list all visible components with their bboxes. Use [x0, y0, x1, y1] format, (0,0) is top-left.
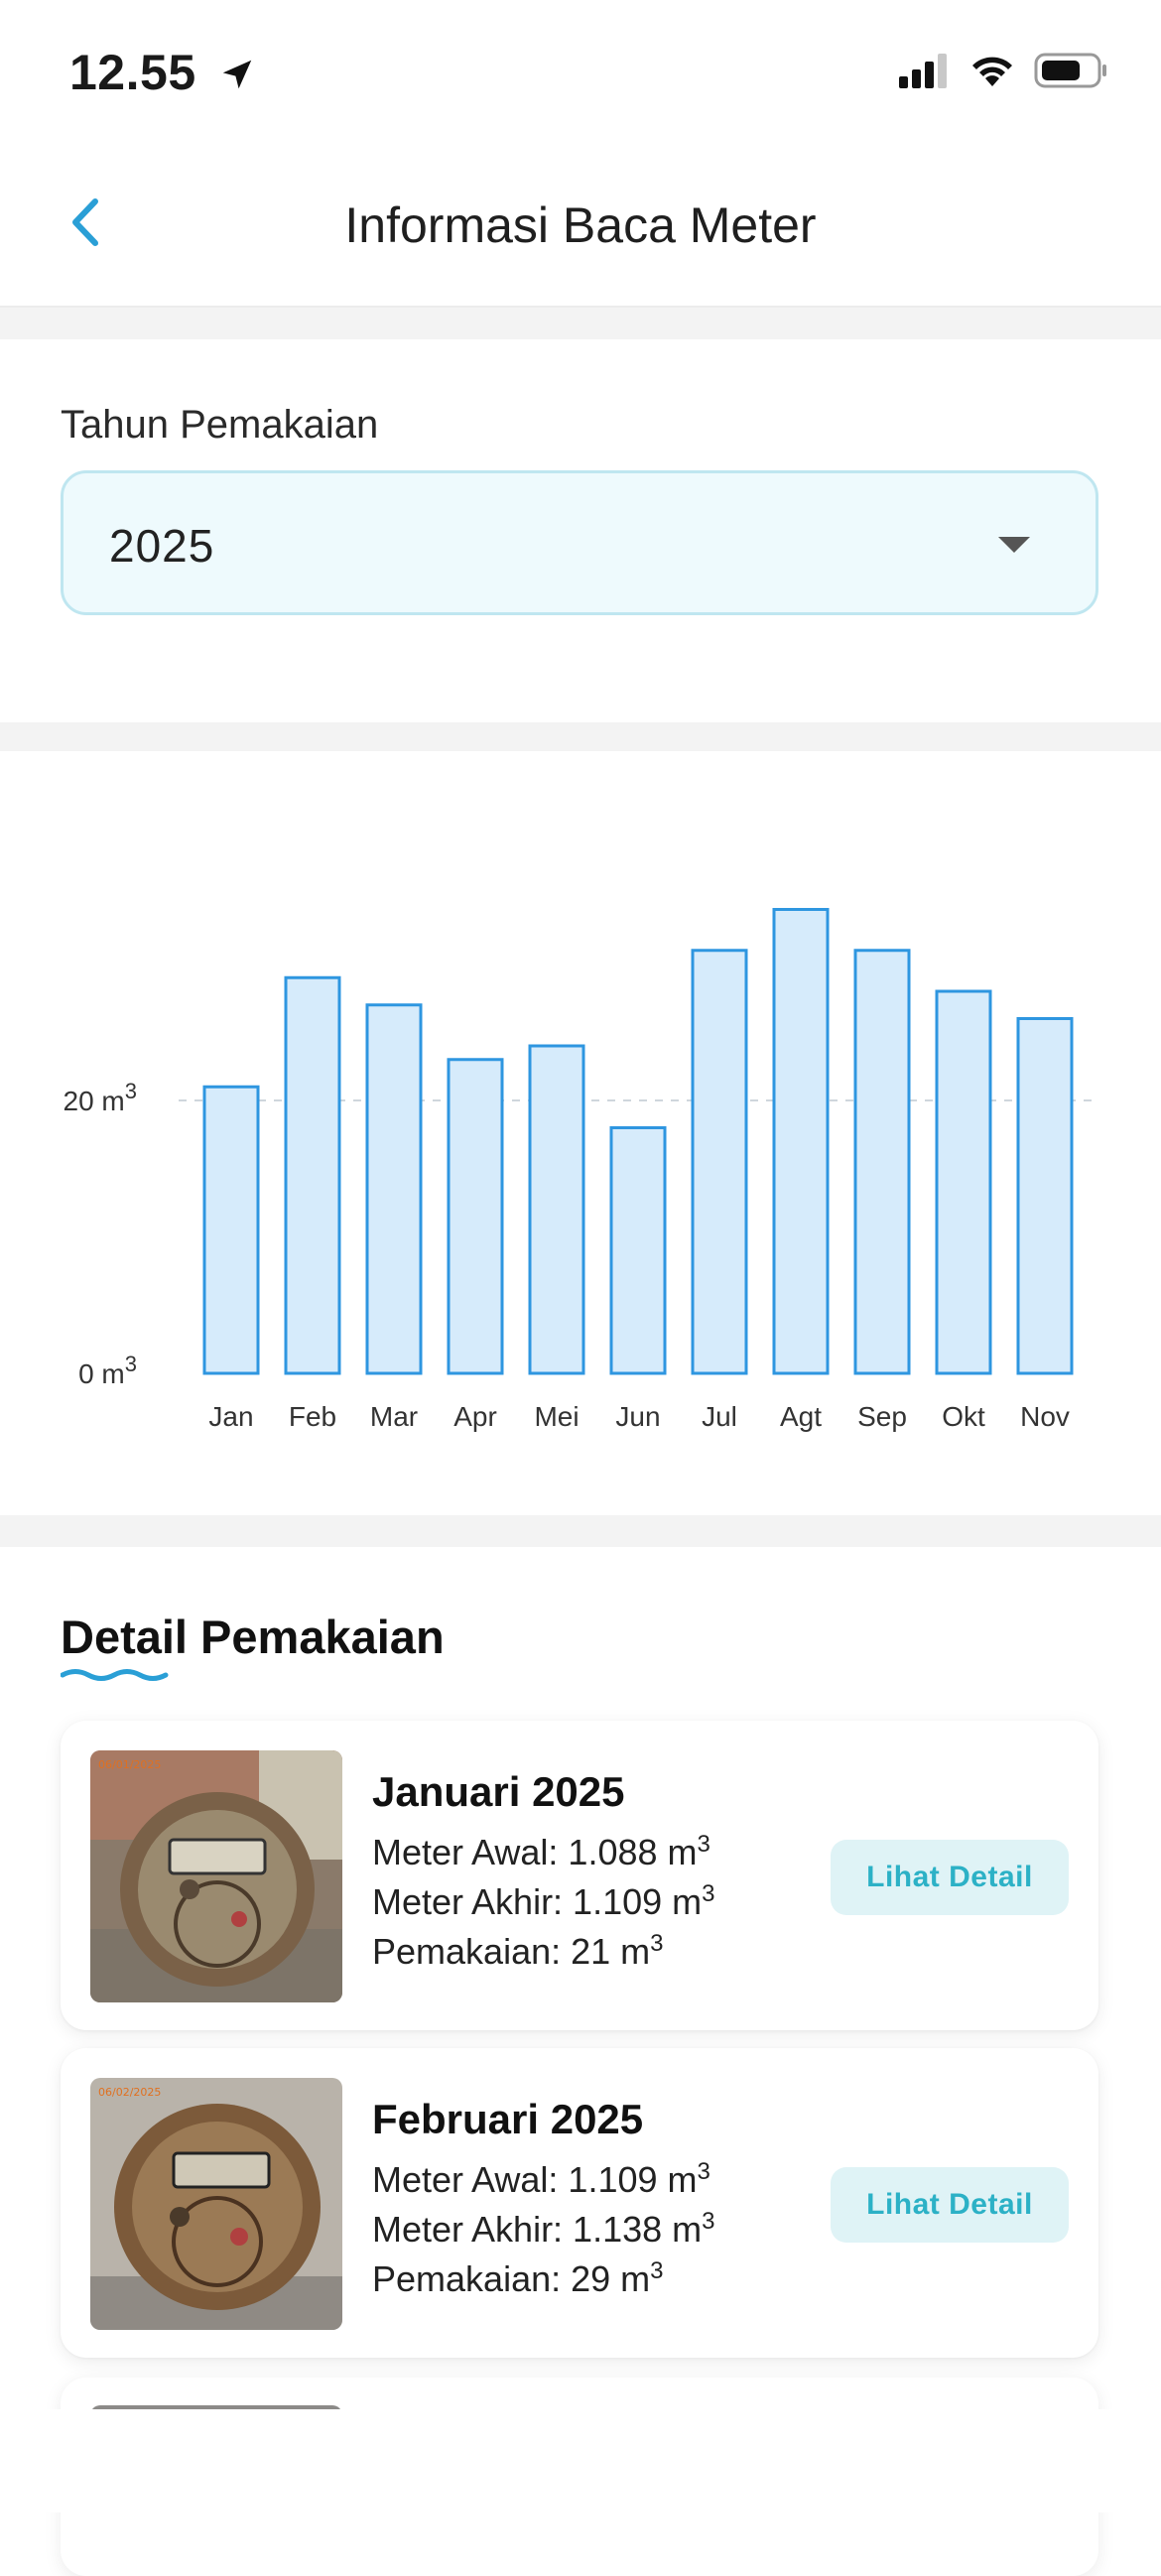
chart-bar[interactable] — [1016, 1017, 1074, 1375]
card-month: Januari 2025 — [372, 1768, 625, 1815]
clock-text: 12.55 — [69, 45, 196, 100]
chart-bar[interactable] — [528, 1044, 585, 1375]
x-tick-label: Mei — [534, 1401, 579, 1432]
usage-card[interactable]: 06/02/2025 Februari 2025 Meter Awal: 1.1… — [61, 2048, 1098, 2358]
meter-start: Meter Awal: 1.088 m3 — [372, 1831, 710, 1872]
x-tick-label: Mar — [370, 1401, 418, 1432]
usage-card[interactable]: 06/01/2025 Januari 2025 Meter Awal: 1.08… — [61, 1721, 1098, 2030]
cellular-signal-icon — [899, 54, 947, 88]
status-icons — [899, 52, 1109, 89]
x-tick-label: Nov — [1020, 1401, 1070, 1432]
wifi-icon — [972, 57, 1012, 86]
chart-bar[interactable] — [284, 975, 341, 1375]
chart-bar[interactable] — [447, 1058, 504, 1375]
y-tick-label: 0 m3 — [78, 1352, 137, 1389]
meter-photo[interactable]: 06/01/2025 — [90, 1750, 342, 2002]
usage-amount: Pemakaian: 29 m3 — [372, 2257, 664, 2299]
section-divider — [0, 722, 1161, 751]
x-tick-label: Jun — [615, 1401, 660, 1432]
year-label: Tahun Pemakaian — [61, 403, 379, 447]
usage-chart: 0 m3 20 m3 Jan Feb Mar Apr Mei Jun Jul Agt Sep Okt N… — [0, 751, 1161, 1515]
detail-section-title: Detail Pemakaian — [61, 1610, 445, 1663]
x-tick-label: Jan — [208, 1401, 253, 1432]
battery-icon — [1034, 53, 1106, 88]
x-tick-label: Jul — [702, 1401, 737, 1432]
section-divider — [0, 1515, 1161, 1547]
view-detail-button[interactable]: Lihat Detail — [831, 1840, 1069, 1915]
section-divider — [0, 308, 1161, 339]
bottom-safe-area — [0, 2409, 1161, 2512]
location-arrow-icon — [218, 48, 256, 105]
year-value: 2025 — [109, 520, 215, 572]
view-detail-button[interactable]: Lihat Detail — [831, 2167, 1069, 2243]
chart-bar[interactable] — [935, 989, 992, 1375]
x-tick-label: Agt — [780, 1401, 822, 1432]
dropdown-arrow-icon — [998, 537, 1030, 553]
svg-text:06/02/2025: 06/02/2025 — [98, 2086, 161, 2099]
chart-bar[interactable] — [853, 949, 911, 1375]
svg-text:06/01/2025: 06/01/2025 — [98, 1758, 161, 1771]
status-bar: 12.55 — [0, 0, 1161, 139]
meter-start: Meter Awal: 1.109 m3 — [372, 2158, 710, 2200]
page-title: Informasi Baca Meter — [344, 197, 817, 253]
x-tick-label: Sep — [857, 1401, 907, 1432]
chart-bar[interactable] — [691, 949, 748, 1375]
meter-end: Meter Akhir: 1.109 m3 — [372, 1880, 715, 1922]
x-tick-label: Feb — [289, 1401, 336, 1432]
x-tick-label: Apr — [453, 1401, 497, 1432]
y-tick-label: 20 m3 — [64, 1079, 138, 1116]
chart-bar[interactable] — [202, 1085, 260, 1375]
title-underline-wave — [61, 1669, 169, 1681]
meter-photo[interactable]: 06/02/2025 — [90, 2078, 342, 2330]
chart-bar[interactable] — [772, 908, 830, 1375]
usage-bar-chart: 0 m3 20 m3 Jan Feb Mar Apr Mei Jun Jul Agt Sep Okt N… — [64, 908, 1099, 1432]
app-bar: Informasi Baca Meter — [0, 139, 1161, 308]
year-dropdown[interactable]: 2025 — [61, 470, 1098, 615]
card-month: Februari 2025 — [372, 2096, 644, 2142]
chart-bar[interactable] — [609, 1126, 667, 1375]
meter-end: Meter Akhir: 1.138 m3 — [372, 2208, 715, 2250]
x-tick-label: Okt — [942, 1401, 985, 1432]
chart-bar[interactable] — [365, 1003, 423, 1375]
usage-amount: Pemakaian: 21 m3 — [372, 1930, 664, 1972]
status-time: 12.55 — [69, 44, 256, 105]
